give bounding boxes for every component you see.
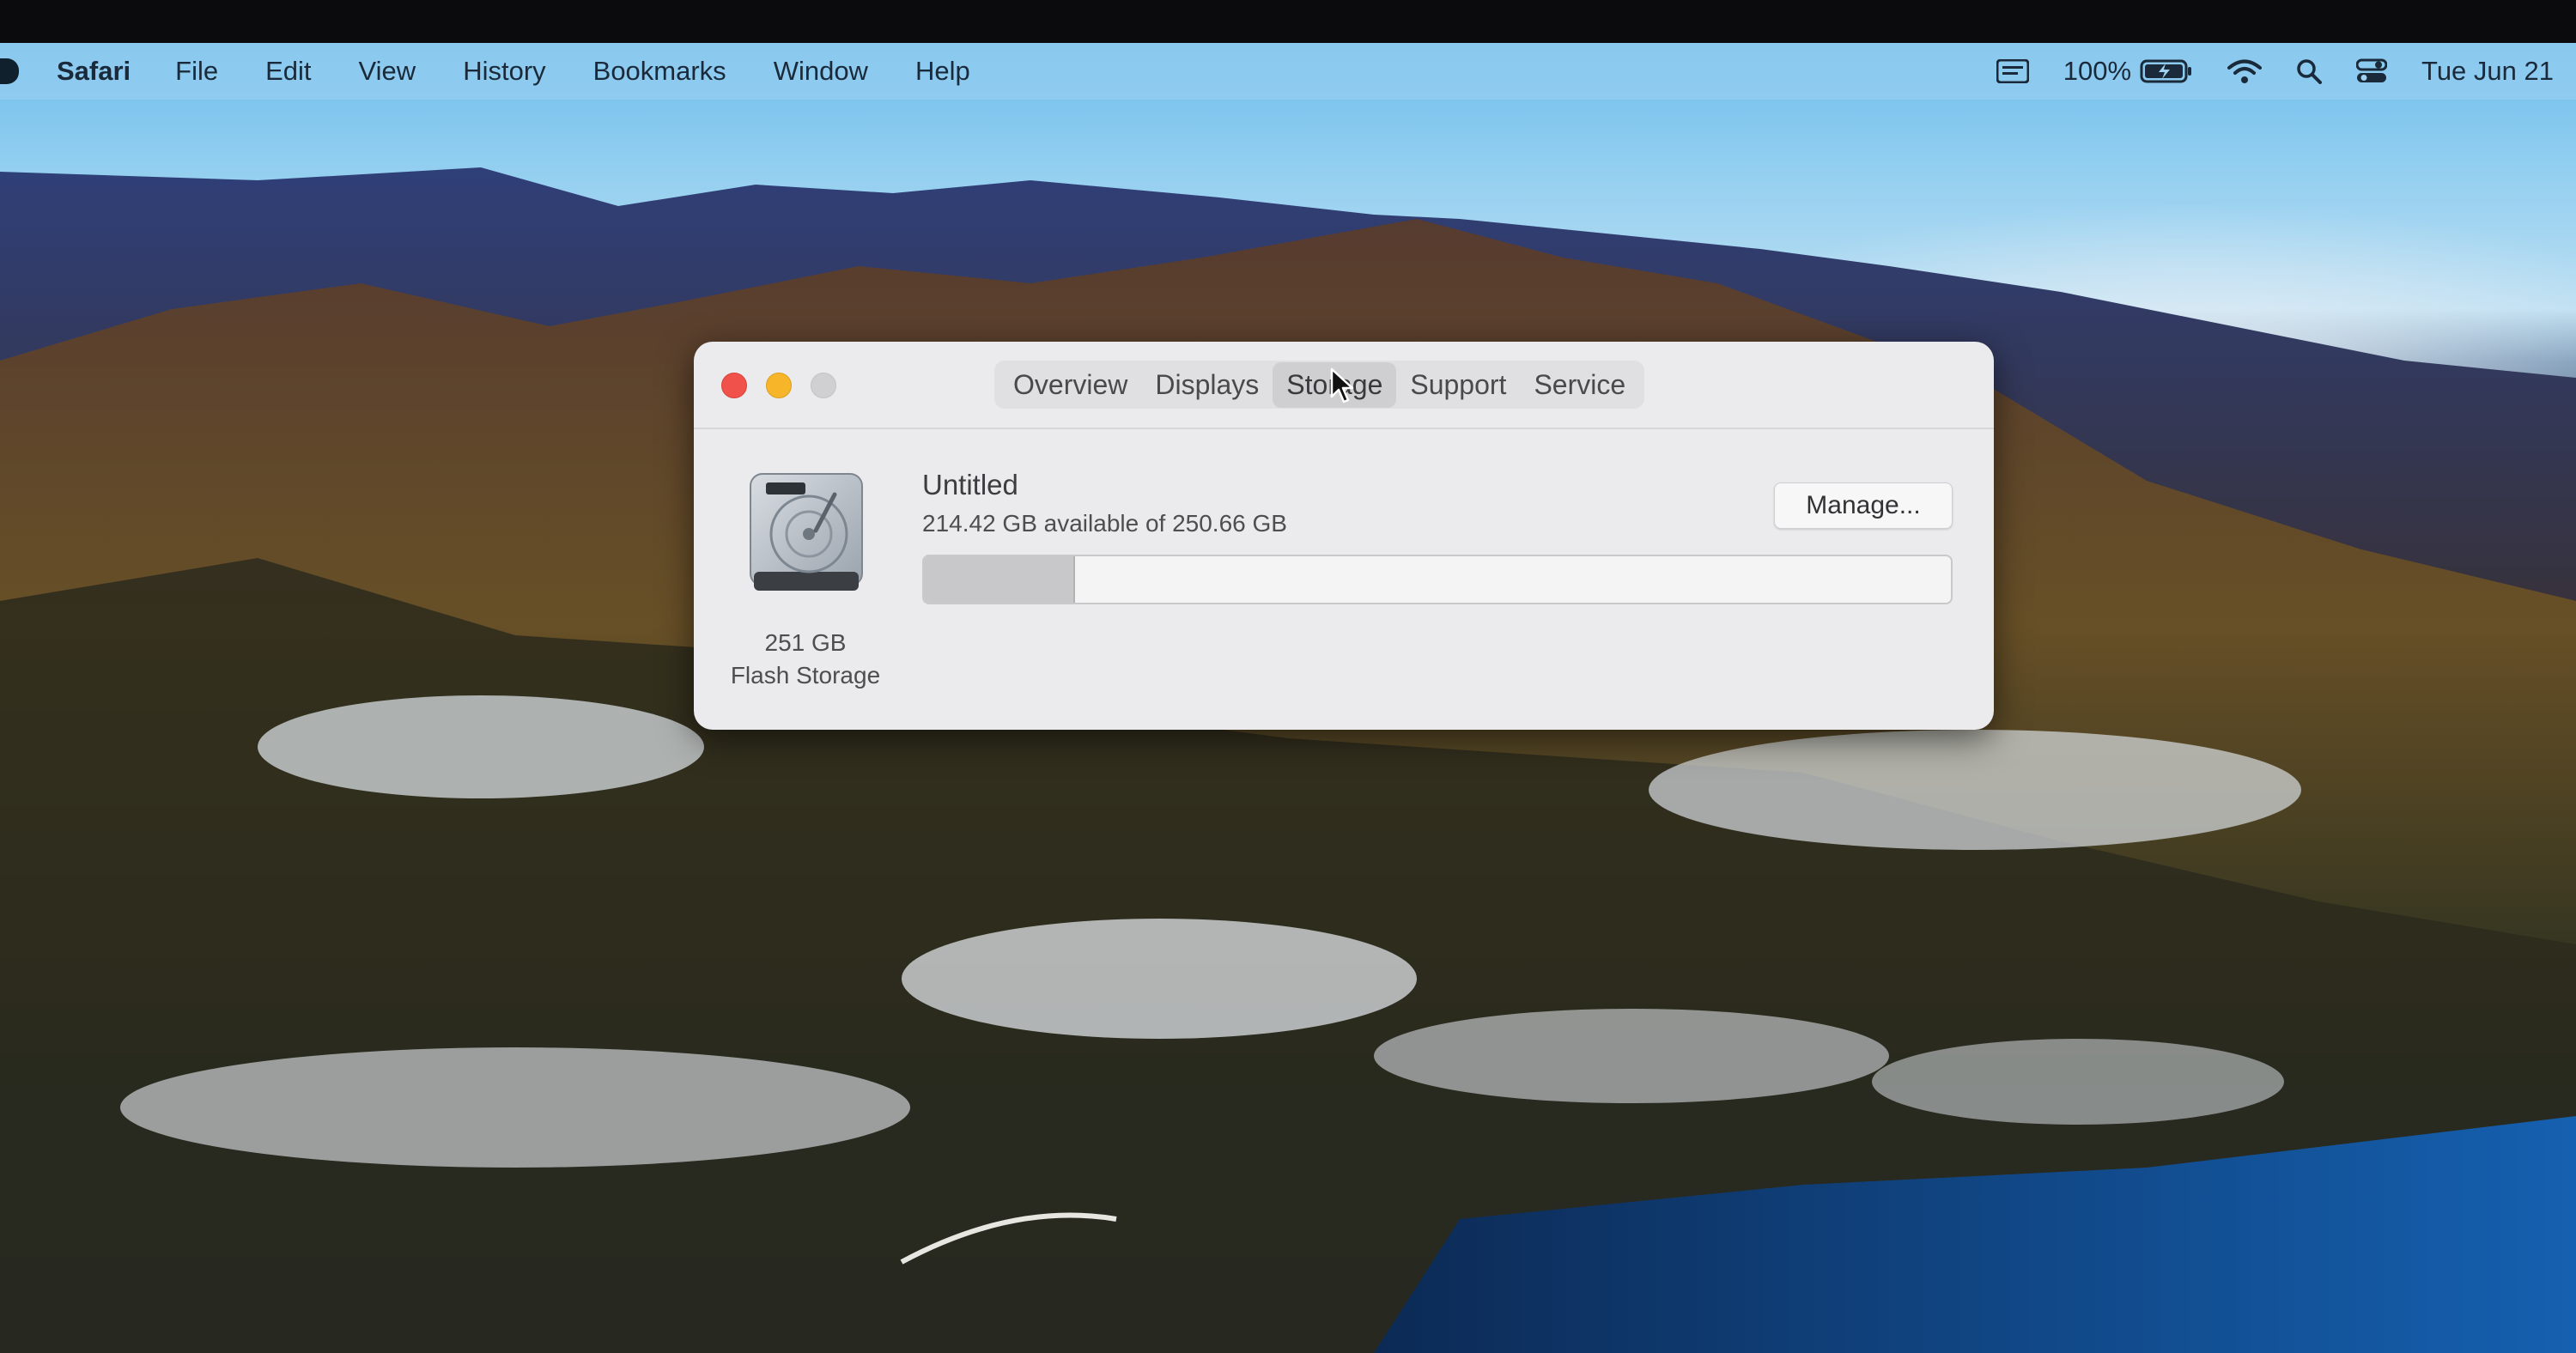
menu-app-safari[interactable]: Safari [57, 56, 131, 87]
menu-clock[interactable]: Tue Jun 21 [2421, 56, 2554, 87]
tab-support[interactable]: Support [1396, 362, 1520, 408]
close-button[interactable] [721, 373, 747, 398]
battery-percent: 100% [2063, 56, 2132, 86]
menu-bookmarks[interactable]: Bookmarks [593, 56, 726, 87]
manage-button[interactable]: Manage... [1774, 482, 1953, 529]
menu-view[interactable]: View [359, 56, 416, 87]
storage-usage-bar [922, 555, 1953, 604]
menu-help[interactable]: Help [915, 56, 970, 87]
menu-file[interactable]: File [175, 56, 218, 87]
disk-info: 251 GB Flash Storage [702, 627, 908, 692]
menu-history[interactable]: History [463, 56, 545, 87]
menu-extras: 100% Tue Jun 21 [1996, 43, 2554, 100]
menu-edit[interactable]: Edit [265, 56, 311, 87]
minimize-button[interactable] [766, 373, 792, 398]
hard-drive-icon [750, 473, 863, 591]
tab-overview[interactable]: Overview [999, 362, 1141, 408]
control-center-icon[interactable] [2356, 58, 2388, 84]
disk-type: Flash Storage [730, 662, 881, 689]
apple-icon[interactable] [0, 58, 19, 84]
volume-availability: 214.42 GB available of 250.66 GB [922, 510, 1287, 537]
volume-name: Untitled [922, 469, 1018, 501]
spotlight-search-icon[interactable] [2296, 58, 2323, 84]
tab-displays[interactable]: Displays [1141, 362, 1273, 408]
screen-bezel [0, 0, 2576, 43]
menu-bar: Safari File Edit View History Bookmarks … [0, 43, 2576, 100]
input-source-icon[interactable] [1996, 59, 2029, 83]
storage-used-segment [924, 556, 1076, 603]
wifi-icon[interactable] [2227, 58, 2263, 84]
menu-window[interactable]: Window [774, 56, 868, 87]
disk-capacity: 251 GB [764, 629, 847, 656]
zoom-button [811, 373, 836, 398]
mouse-pointer-icon [1330, 367, 1354, 403]
battery-charging-icon [2140, 59, 2192, 83]
tab-service[interactable]: Service [1520, 362, 1639, 408]
tab-bar: Overview Displays Storage Support Servic… [994, 361, 1645, 409]
battery-status[interactable]: 100% [2063, 56, 2193, 87]
